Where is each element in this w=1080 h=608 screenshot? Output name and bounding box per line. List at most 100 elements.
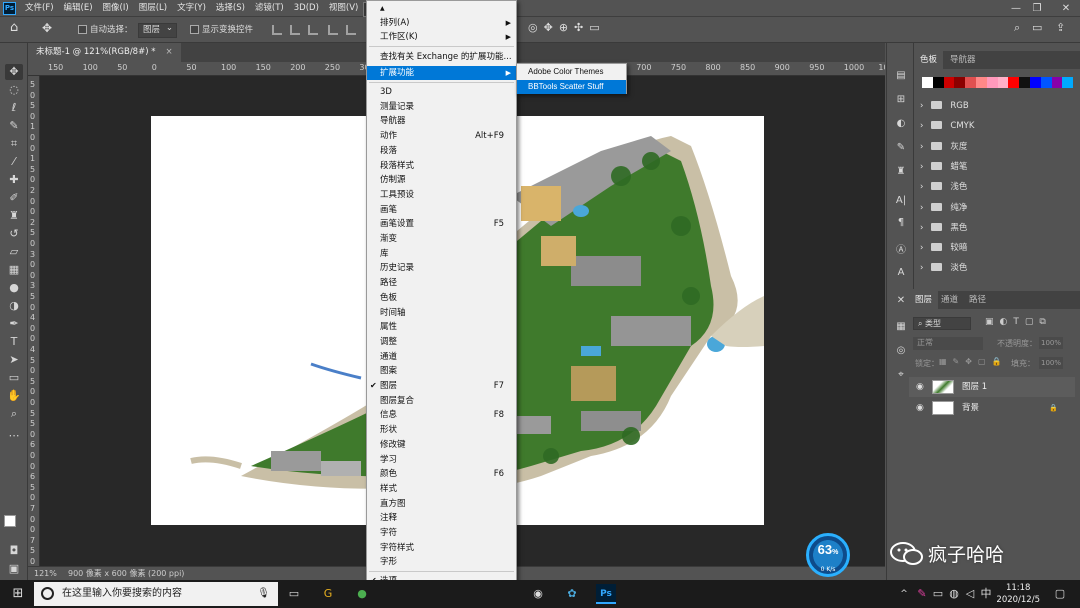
color-swatch[interactable] [932,77,944,88]
color-swatch[interactable] [1030,77,1041,88]
window-menu-item[interactable]: 字符样式 [367,541,516,555]
network-speed-widget[interactable]: 63% 0 K/s [806,533,850,577]
window-menu-item[interactable]: 段落 [367,144,516,158]
swatch-group-folder[interactable]: › 灰度 [920,139,967,155]
screen-mode-icon[interactable]: ▣ [5,561,23,577]
visibility-eye-icon[interactable]: ◉ [916,398,924,418]
path-selection-tool-icon[interactable]: ➤ [5,352,23,368]
swatch-group-folder[interactable]: › RGB [920,98,969,114]
swatch-group-folder[interactable]: › 淡色 [920,260,967,276]
app-baidu-icon[interactable]: ✿ [562,584,582,604]
history-brush-tool-icon[interactable]: ↺ [5,226,23,242]
window-menu-item[interactable]: 动作 Alt+F9 [367,129,516,143]
visibility-eye-icon[interactable]: ◉ [916,377,924,397]
layer-filter-dropdown[interactable]: ⌕ 类型 [913,317,971,330]
app-green-icon[interactable]: ● [352,584,372,604]
color-swatch[interactable] [1062,77,1074,88]
quick-select-tool-icon[interactable]: ✎ [5,118,23,134]
color-swatch[interactable] [986,77,998,88]
window-menu-item[interactable]: 修改键 [367,438,516,452]
window-menu-item[interactable]: 学习 [367,453,516,467]
window-menu-item[interactable]: 信息 F8 [367,408,516,422]
color-swatch[interactable] [997,77,1009,88]
app-g-icon[interactable]: G [318,584,338,604]
history-panel-icon[interactable]: ▤ [893,68,909,84]
zoom-level[interactable]: 121% [34,567,57,580]
align-center-icon[interactable] [290,25,300,35]
window-menu-item[interactable]: 测量记录 [367,100,516,114]
opacity-field[interactable]: 100% [1039,337,1063,349]
clone-stamp-tool-icon[interactable]: ♜ [5,208,23,224]
window-menu-item[interactable]: 调整 [367,335,516,349]
type-tool-icon[interactable]: T [5,334,23,350]
paths-panel-icon[interactable]: ⌖ [893,367,909,383]
color-swatch[interactable] [965,77,977,88]
close-button[interactable]: ✕ [1050,0,1080,17]
tab-paths[interactable]: 路径 [963,291,992,309]
color-swatch[interactable] [1051,77,1063,88]
window-menu-item[interactable]: 图案 [367,364,516,378]
auto-select-checkbox[interactable]: 自动选择： [78,22,133,38]
dodge-tool-icon[interactable]: ◑ [5,298,23,314]
more-tools-icon[interactable]: ⋯ [5,428,23,444]
properties-panel-icon[interactable]: ▦ [893,319,909,335]
menu-scroll-up-icon[interactable]: ▲ [367,2,516,16]
blend-mode-dropdown[interactable]: 正常 [913,337,983,350]
window-menu-item[interactable]: 画笔 [367,203,516,217]
lock-icon[interactable]: 🔒 [1049,398,1058,418]
document-tab[interactable]: 未标题-1 @ 121%(RGB/8#) * × [28,43,181,62]
photoshop-logo-icon[interactable]: Ps [3,2,16,15]
menu-2[interactable]: 图像(I) [98,2,134,17]
lasso-tool-icon[interactable]: ℓ [5,100,23,116]
color-swatch[interactable] [1019,77,1031,88]
window-menu-item[interactable]: 库 [367,247,516,261]
menu-8[interactable]: 视图(V) [324,2,363,17]
crop-tool-icon[interactable]: ⌗ [5,136,23,152]
app-avatar-icon[interactable]: ◉ [528,584,548,604]
tray-expand-icon[interactable]: ^ [894,584,914,604]
3d-mode-icons[interactable]: ◎✥⊕✣▭ [528,20,606,36]
window-menu-item[interactable]: 画笔设置 F5 [367,217,516,231]
window-menu-item[interactable]: 扩展功能 ▶ [367,66,516,80]
swatch-group-folder[interactable]: › CMYK [920,118,974,134]
shape-tool-icon[interactable]: ▭ [5,370,23,386]
menu-4[interactable]: 文字(Y) [172,2,211,17]
color-swatch[interactable] [943,77,955,88]
paragraph-panel-icon[interactable]: ¶ [893,215,909,231]
tab-swatches[interactable]: 色板 [914,51,944,69]
tab-layers[interactable]: 图层 [909,291,939,309]
move-tool-icon[interactable]: ✥ [5,64,23,80]
ruler-vertical[interactable]: 5050100150200250300350400450500550600650… [28,76,40,566]
menu-5[interactable]: 选择(S) [211,2,250,17]
layer-filter-icons[interactable]: ▣◐T▢⧉ [985,317,1052,327]
brush-tool-icon[interactable]: ✐ [5,190,23,206]
auto-select-dropdown[interactable]: 图层 [138,22,178,38]
window-menu-item[interactable]: 工作区(K) ▶ [367,30,516,44]
menu-1[interactable]: 编辑(E) [59,2,98,17]
window-menu-item[interactable]: ✔ 图层 F7 [367,379,516,393]
window-menu-item[interactable]: 3D [367,85,516,99]
window-menu-item[interactable]: 时间轴 [367,306,516,320]
window-menu-item[interactable]: 直方图 [367,497,516,511]
window-menu-item[interactable]: 形状 [367,423,516,437]
channels-panel-icon[interactable]: ◎ [893,343,909,359]
window-menu-item[interactable]: 注释 [367,511,516,525]
extension-item[interactable]: BBTools Scatter Stuff [517,80,626,94]
align-left-icon[interactable] [272,25,282,35]
show-transform-controls-checkbox[interactable]: 显示变换控件 [190,22,253,38]
swatch-group-folder[interactable]: › 黑色 [920,220,967,236]
restore-button[interactable]: ❐ [1021,0,1053,17]
taskbar-search-box[interactable]: 在这里输入你要搜索的内容 🎙 [34,582,278,606]
swatch-group-folder[interactable]: › 浅色 [920,179,967,195]
quick-mask-icon[interactable]: ◘ [5,543,23,559]
photoshop-taskbar-icon[interactable]: Ps [596,584,616,604]
window-menu-item[interactable]: 仿制源 [367,173,516,187]
swatch-group-folder[interactable]: › 较暗 [920,240,967,256]
eyedropper-tool-icon[interactable]: ⁄ [5,154,23,170]
gradient-tool-icon[interactable]: ▦ [5,262,23,278]
tab-navigator[interactable]: 导航器 [944,51,982,69]
search-icon[interactable]: ⌕ [1014,20,1020,36]
menu-0[interactable]: 文件(F) [20,2,59,17]
marquee-tool-icon[interactable]: ◌ [5,82,23,98]
workspace-icon[interactable]: ▭ [1032,20,1042,36]
